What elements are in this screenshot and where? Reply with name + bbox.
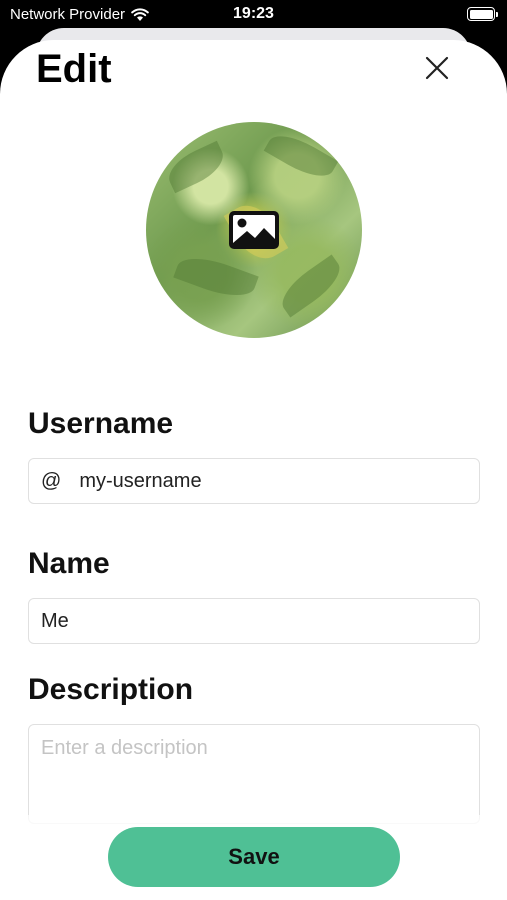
name-value: Me xyxy=(41,609,69,632)
username-field[interactable]: @ my-username xyxy=(28,458,480,504)
page-title: Edit xyxy=(36,47,112,91)
description-field[interactable]: Enter a description xyxy=(28,724,480,824)
save-button[interactable]: Save xyxy=(108,827,400,887)
username-label: Username xyxy=(28,407,174,440)
name-label: Name xyxy=(28,547,110,580)
username-value: my-username xyxy=(79,469,202,492)
battery-icon xyxy=(467,7,498,21)
description-label: Description xyxy=(28,673,194,706)
name-field[interactable]: Me xyxy=(28,598,480,644)
description-placeholder: Enter a description xyxy=(41,737,208,759)
status-time: 19:23 xyxy=(233,5,274,22)
image-icon xyxy=(229,211,279,249)
save-button-label: Save xyxy=(228,844,280,869)
screen: Network Provider 19:23 Edit Username @ m… xyxy=(0,0,507,900)
avatar-photo-leaf xyxy=(173,249,259,305)
close-button[interactable] xyxy=(423,54,451,82)
battery-level xyxy=(469,9,493,19)
username-prefix: @ xyxy=(41,469,62,492)
avatar-picker[interactable] xyxy=(146,122,362,338)
close-icon xyxy=(425,56,449,80)
status-bar: Network Provider 19:23 xyxy=(0,0,507,30)
